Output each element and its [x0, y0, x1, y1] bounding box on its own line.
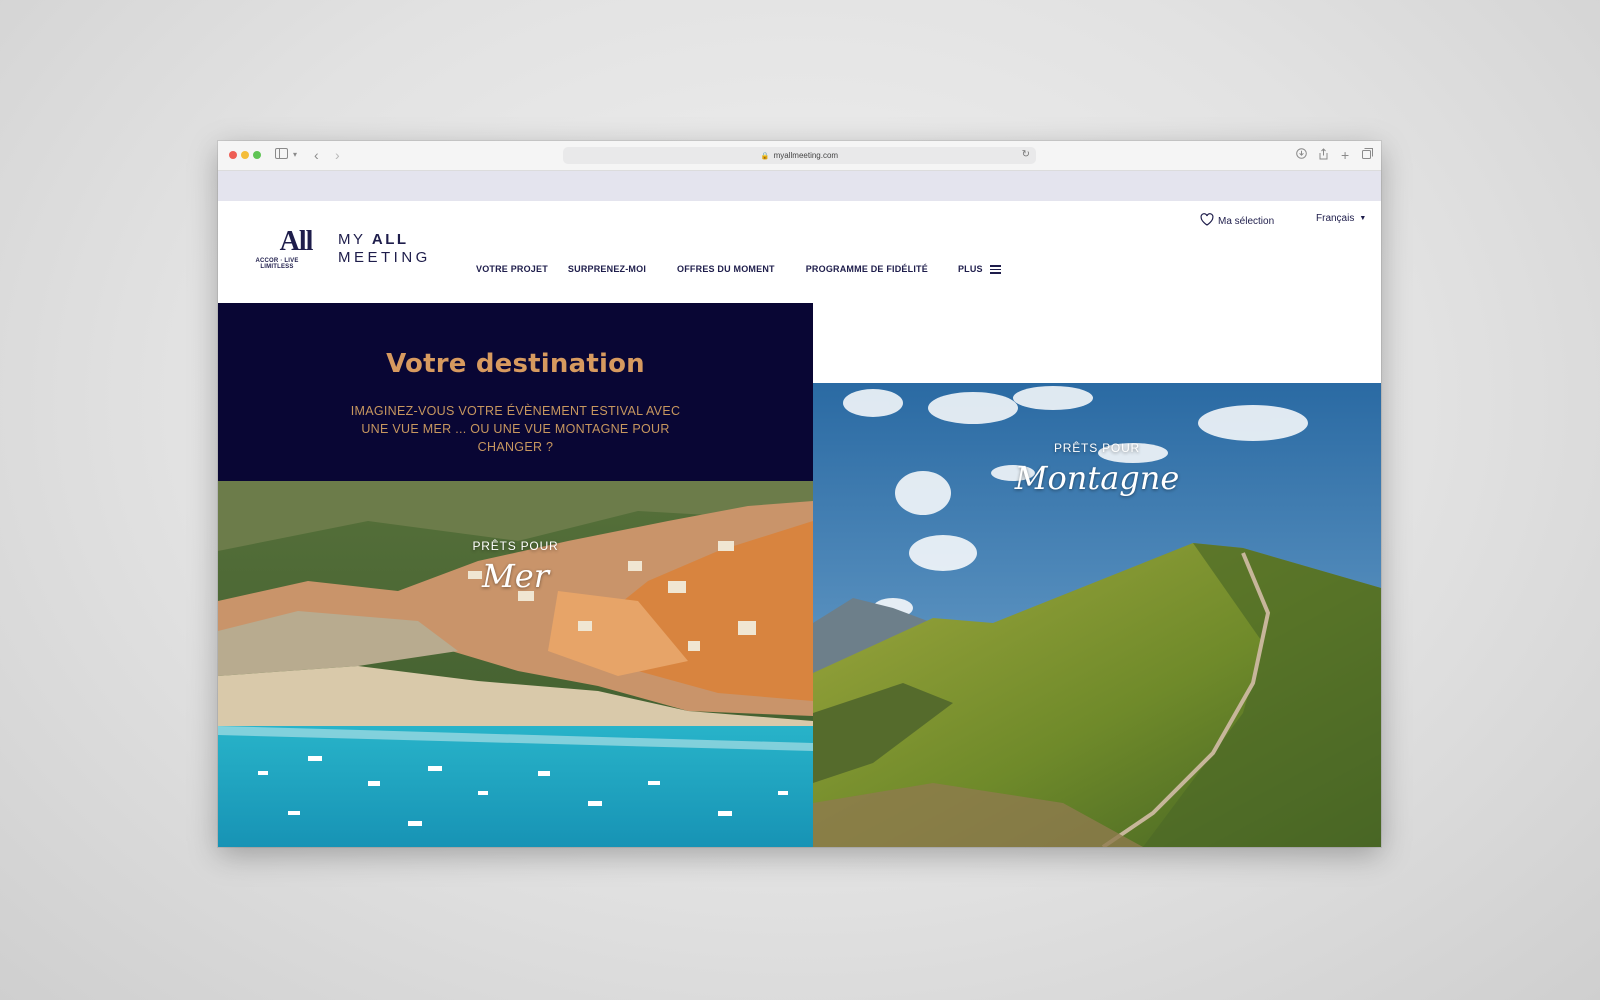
- nav-programme-fidelite[interactable]: PROGRAMME DE FIDÉLITÉ: [806, 264, 928, 274]
- url-text: myallmeeting.com: [773, 151, 839, 160]
- accor-tagline: ACCOR · LIVE LIMITLESS: [255, 258, 299, 270]
- chevron-down-icon[interactable]: ▾: [293, 148, 297, 162]
- favorites-bar: [218, 171, 1381, 201]
- ma-selection-link[interactable]: Ma sélection: [1200, 213, 1274, 229]
- mer-label: PRÊTS POUR Mer: [218, 539, 813, 595]
- nav-votre-projet[interactable]: VOTRE PROJET: [476, 264, 548, 274]
- mer-title: Mer: [482, 557, 549, 595]
- new-tab-icon[interactable]: +: [1341, 148, 1349, 162]
- main-nav: VOTRE PROJET SURPRENEZ-MOI OFFRES DU MOM…: [476, 264, 1002, 274]
- browser-window: ▾ ‹ › 🔒 myallmeeting.com ↻ + All ACCOR ·…: [218, 141, 1381, 847]
- tabs-overview-icon[interactable]: [1362, 148, 1373, 162]
- language-selector[interactable]: Français ▼: [1316, 213, 1366, 224]
- nav-plus-label: PLUS: [957, 264, 983, 274]
- share-icon[interactable]: [1318, 148, 1329, 163]
- montagne-pre: PRÊTS POUR: [1053, 441, 1140, 455]
- montagne-label: PRÊTS POUR Montagne: [813, 441, 1381, 497]
- destination-title: Votre destination: [386, 349, 645, 379]
- heart-icon: [1200, 213, 1214, 229]
- mer-pre: PRÊTS POUR: [472, 539, 559, 553]
- mer-image: [218, 481, 813, 847]
- hamburger-menu-icon: [990, 265, 1002, 274]
- address-bar[interactable]: 🔒 myallmeeting.com ↻: [563, 147, 1036, 164]
- brand-logo[interactable]: MY ALL MEETING: [338, 231, 431, 267]
- close-window-button[interactable]: [229, 151, 237, 159]
- nav-surprenez-moi[interactable]: SURPRENEZ-MOI: [568, 264, 646, 274]
- spacer: [813, 303, 1381, 383]
- brand-my: MY: [338, 231, 366, 248]
- back-icon[interactable]: ‹: [314, 148, 319, 162]
- accor-logo[interactable]: All: [256, 228, 336, 256]
- nav-plus[interactable]: PLUS: [958, 264, 1002, 274]
- lock-icon: 🔒: [760, 152, 770, 160]
- brand-all: ALL: [371, 231, 409, 248]
- montagne-title: Montagne: [1014, 459, 1180, 497]
- nav-offres-du-moment[interactable]: OFFRES DU MOMENT: [677, 264, 775, 274]
- destination-banner: Votre destination IMAGINEZ-VOUS VOTRE ÉV…: [218, 303, 813, 481]
- zoom-window-button[interactable]: [253, 151, 261, 159]
- mer-panel[interactable]: PRÊTS POUR Mer: [218, 481, 813, 847]
- brand-meeting: MEETING: [338, 249, 431, 266]
- caret-down-icon: ▼: [1359, 215, 1367, 222]
- reload-icon[interactable]: ↻: [1022, 149, 1030, 160]
- destination-subtitle: IMAGINEZ-VOUS VOTRE ÉVÈNEMENT ESTIVAL AV…: [350, 404, 681, 454]
- ma-selection-label: Ma sélection: [1218, 215, 1275, 227]
- sidebar-icon[interactable]: [275, 148, 288, 162]
- download-icon[interactable]: [1296, 148, 1307, 162]
- minimize-window-button[interactable]: [241, 151, 249, 159]
- browser-toolbar: ▾ ‹ › 🔒 myallmeeting.com ↻ +: [218, 141, 1381, 171]
- forward-icon[interactable]: ›: [335, 148, 340, 162]
- montagne-panel[interactable]: PRÊTS POUR Montagne: [813, 383, 1381, 847]
- site-header: All ACCOR · LIVE LIMITLESS MY ALL MEETIN…: [218, 201, 1381, 303]
- language-label: Français: [1316, 213, 1355, 224]
